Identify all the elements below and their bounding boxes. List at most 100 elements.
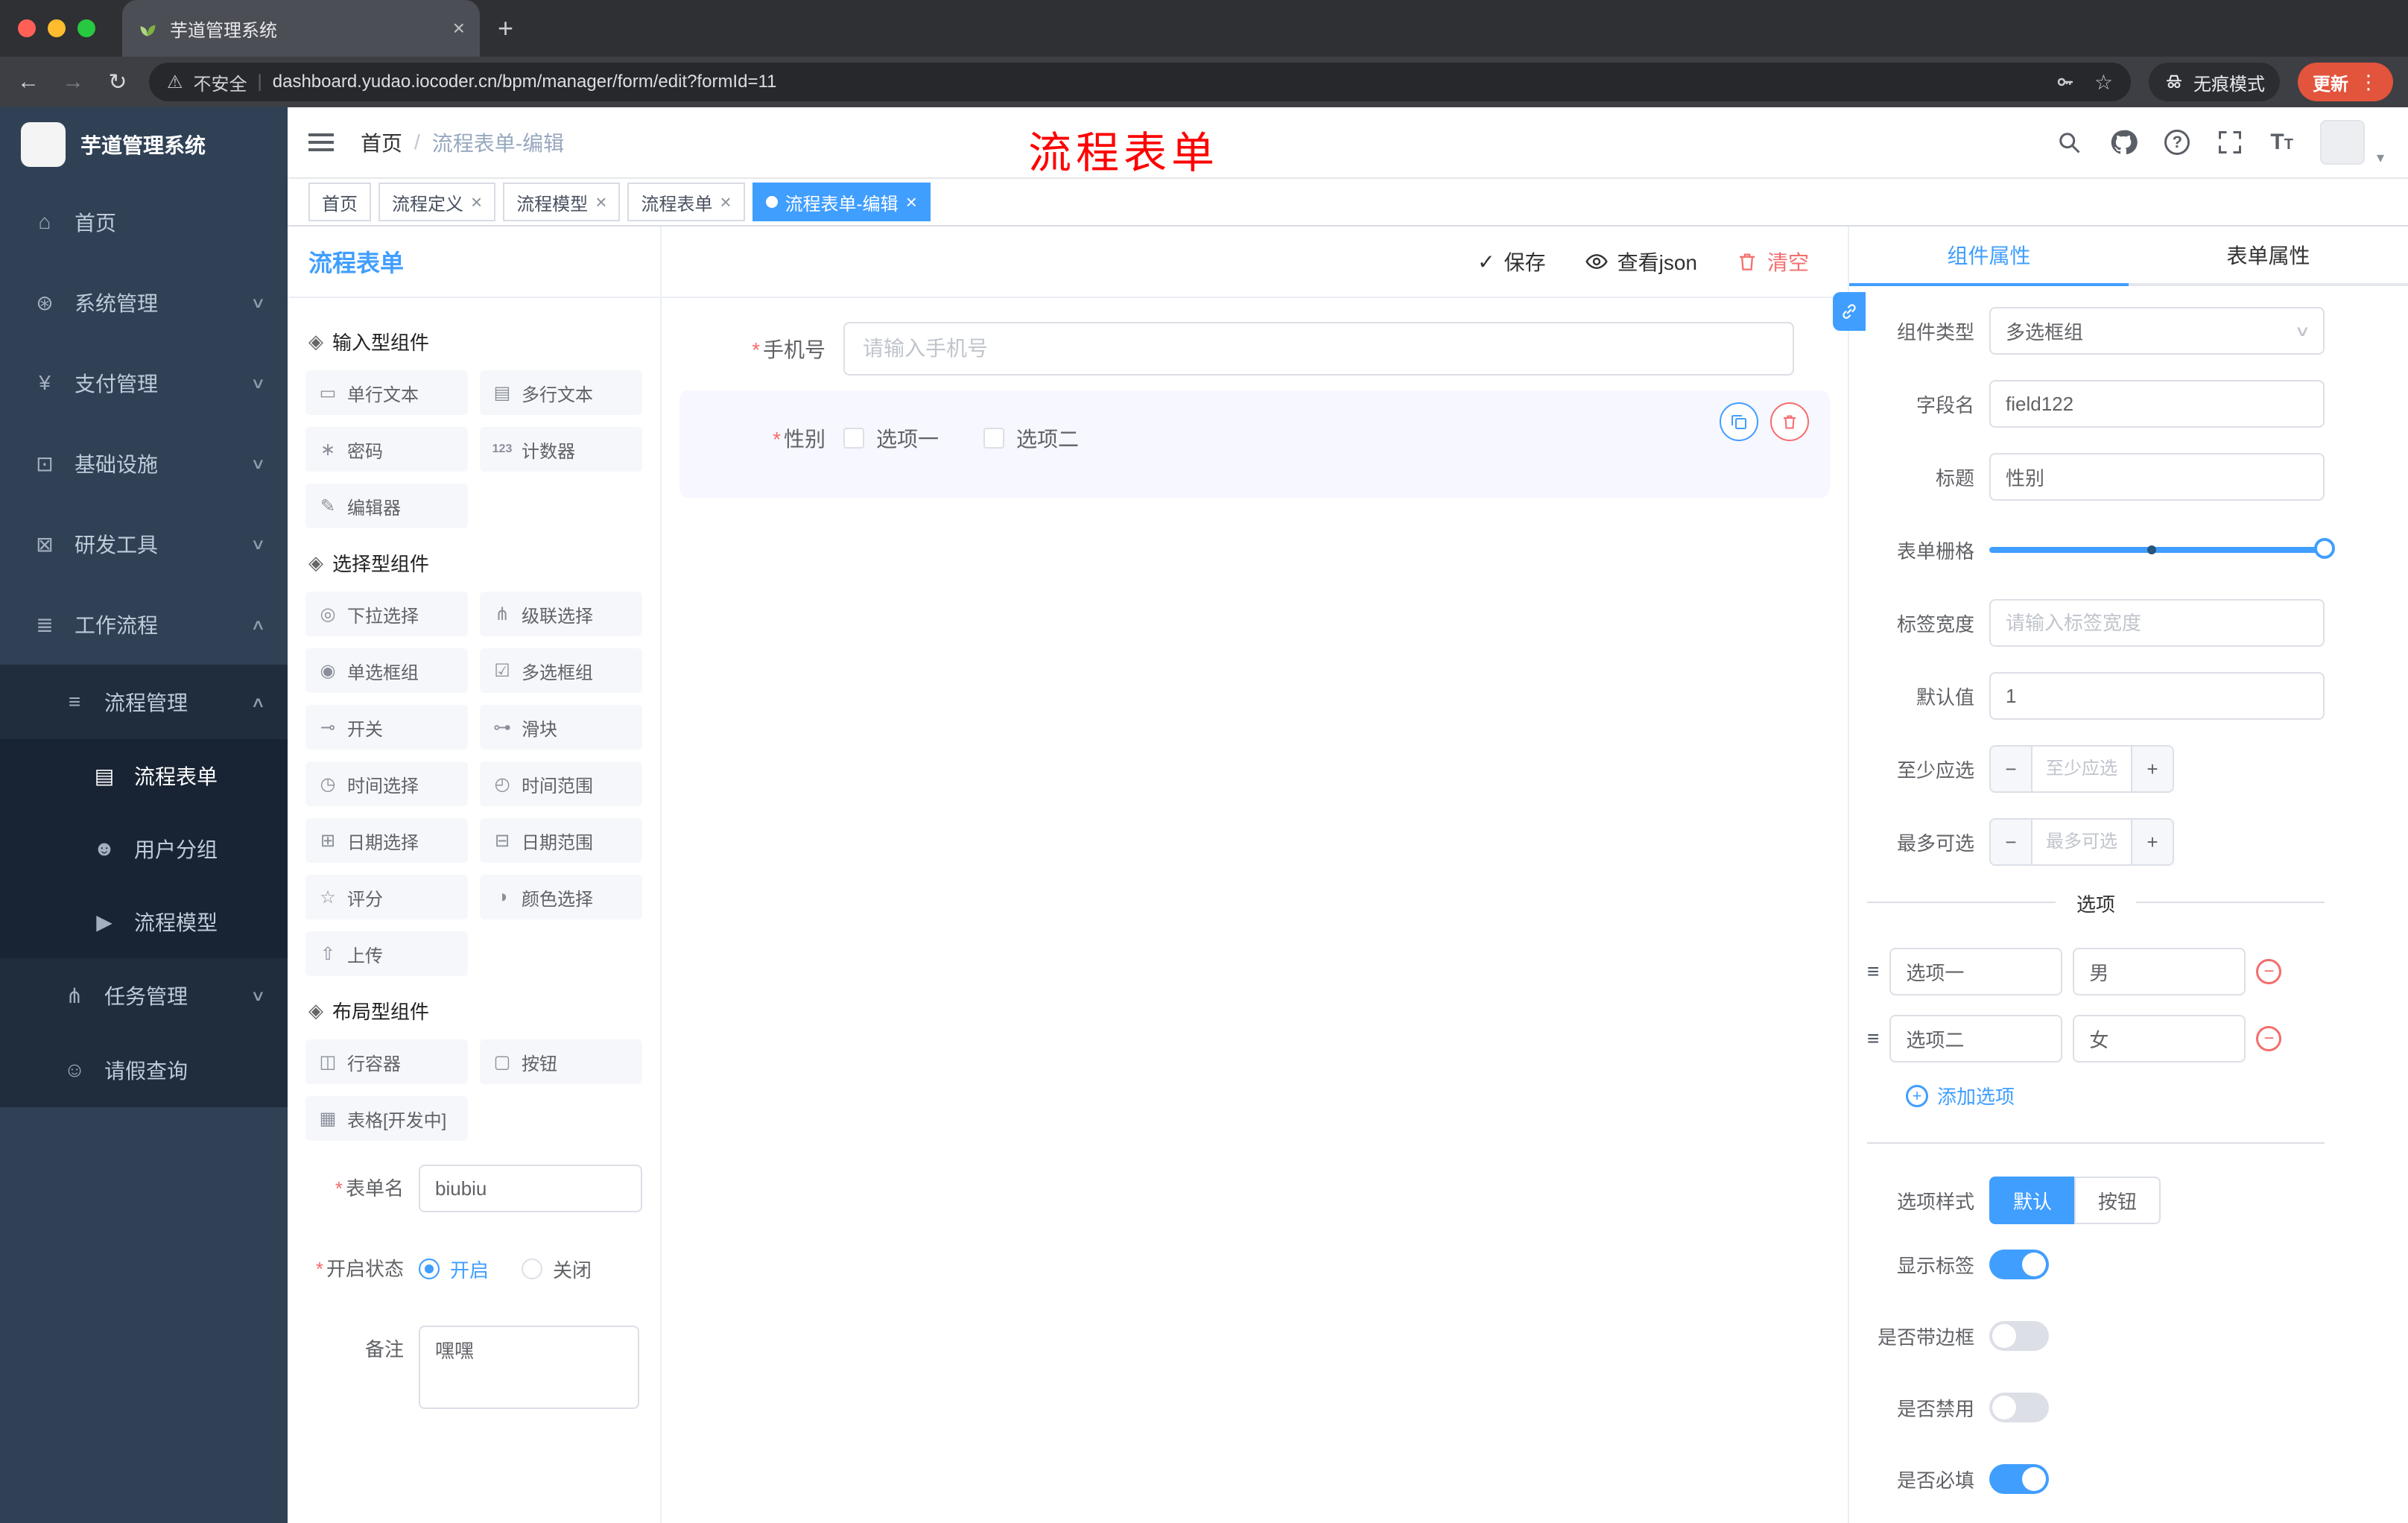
maximize-window-button[interactable] <box>77 19 95 37</box>
style-default-button[interactable]: 默认 <box>1989 1177 2076 1224</box>
palette-item-counter[interactable]: 123 计数器 <box>480 427 642 472</box>
option-1-value-input[interactable] <box>2073 948 2246 995</box>
hamburger-icon[interactable] <box>308 133 334 151</box>
palette-item-editor[interactable]: ✎ 编辑器 <box>305 484 468 528</box>
tab-close-icon[interactable]: × <box>453 18 465 39</box>
tab-form-props[interactable]: 表单属性 <box>2129 227 2408 286</box>
tag-process-form-edit[interactable]: 流程表单-编辑 × <box>752 183 931 221</box>
min-select-input[interactable] <box>2032 747 2131 791</box>
sidebar-item-user-group[interactable]: ☻ 用户分组 <box>0 812 288 885</box>
label-width-input[interactable] <box>1989 599 2325 647</box>
option-2-label-input[interactable] <box>1889 1015 2063 1063</box>
component-type-select[interactable]: 多选框组 ∨ <box>1989 307 2325 355</box>
breadcrumb-home[interactable]: 首页 <box>361 127 402 157</box>
palette-item-table[interactable]: ▦ 表格[开发中] <box>305 1096 468 1141</box>
text-size-icon[interactable]: TT <box>2270 130 2293 155</box>
field-phone[interactable]: * 手机号 <box>679 322 1830 376</box>
default-value-input[interactable] <box>1989 672 2325 720</box>
tag-close-icon[interactable]: × <box>471 192 482 212</box>
tag-home[interactable]: 首页 <box>308 183 371 221</box>
decrease-button[interactable]: − <box>1991 747 2032 791</box>
fullscreen-icon[interactable] <box>2217 129 2243 156</box>
tag-process-model[interactable]: 流程模型 × <box>503 183 621 221</box>
increase-button[interactable]: + <box>2131 747 2173 791</box>
sidebar-item-devtools[interactable]: ⊠ 研发工具 ∨ <box>0 504 288 584</box>
bookmark-star-icon[interactable]: ☆ <box>2094 70 2113 95</box>
status-radio-on[interactable]: 开启 <box>419 1256 489 1283</box>
checkbox-option-2[interactable]: 选项二 <box>983 423 1079 453</box>
update-button[interactable]: 更新 ⋮ <box>2298 63 2393 101</box>
grid-slider[interactable] <box>1989 526 2335 574</box>
new-tab-button[interactable]: + <box>498 13 513 44</box>
remove-option-button[interactable]: − <box>2256 959 2282 984</box>
increase-button[interactable]: + <box>2131 820 2173 864</box>
option-1-label-input[interactable] <box>1889 948 2063 995</box>
tag-close-icon[interactable]: × <box>720 192 731 212</box>
sidebar-item-system[interactable]: ⊛ 系统管理 ∨ <box>0 262 288 343</box>
status-radio-off[interactable]: 关闭 <box>522 1256 592 1283</box>
tab-component-props[interactable]: 组件属性 <box>1849 227 2129 286</box>
phone-input[interactable] <box>843 322 1794 376</box>
copy-field-button[interactable] <box>1720 402 1758 441</box>
link-tag[interactable] <box>1833 292 1866 331</box>
form-name-input[interactable] <box>419 1165 642 1212</box>
sidebar-item-process-model[interactable]: ▶ 流程模型 <box>0 885 288 958</box>
field-gender-selected[interactable]: * 性别 选项一 选项二 <box>679 390 1830 498</box>
key-icon[interactable] <box>2054 71 2076 93</box>
sidebar-item-process-form[interactable]: ▤ 流程表单 <box>0 739 288 812</box>
drag-handle-icon[interactable]: ≡ <box>1867 1027 1879 1051</box>
tag-close-icon[interactable]: × <box>906 192 917 212</box>
palette-item-date-picker[interactable]: ⊞ 日期选择 <box>305 818 468 863</box>
delete-field-button[interactable] <box>1770 402 1809 441</box>
palette-item-time-range[interactable]: ◴ 时间范围 <box>480 762 642 806</box>
github-icon[interactable] <box>2109 128 2138 156</box>
drag-handle-icon[interactable]: ≡ <box>1867 960 1879 984</box>
sidebar-item-workflow[interactable]: ≣ 工作流程 ∧ <box>0 584 288 665</box>
browser-tab[interactable]: 芋道管理系统 × <box>122 0 480 57</box>
palette-item-slider[interactable]: ⊶ 滑块 <box>480 705 642 750</box>
palette-item-switch[interactable]: ⊸ 开关 <box>305 705 468 750</box>
tag-close-icon[interactable]: × <box>595 192 606 212</box>
sidebar-item-payment[interactable]: ¥ 支付管理 ∨ <box>0 343 288 423</box>
palette-item-rate[interactable]: ☆ 评分 <box>305 875 468 919</box>
remove-option-button[interactable]: − <box>2256 1026 2282 1051</box>
style-button-button[interactable]: 按钮 <box>2074 1177 2161 1224</box>
required-toggle[interactable] <box>1989 1464 2049 1494</box>
avatar[interactable] <box>2319 120 2365 165</box>
palette-item-multi-text[interactable]: ▤ 多行文本 <box>480 370 642 415</box>
show-label-toggle[interactable] <box>1989 1250 2049 1279</box>
save-button[interactable]: ✓ 保存 <box>1477 247 1545 276</box>
palette-item-date-range[interactable]: ⊟ 日期范围 <box>480 818 642 863</box>
tag-process-form[interactable]: 流程表单 × <box>627 183 745 221</box>
clear-button[interactable]: 清空 <box>1736 247 1809 276</box>
search-icon[interactable] <box>2056 129 2082 156</box>
palette-item-radio-group[interactable]: ◉ 单选框组 <box>305 648 468 693</box>
palette-item-password[interactable]: ∗ 密码 <box>305 427 468 472</box>
sidebar-item-home[interactable]: ⌂ 首页 <box>0 182 288 262</box>
back-icon[interactable]: ← <box>15 69 42 95</box>
sidebar-item-process-management[interactable]: ≡ 流程管理 ∧ <box>0 665 288 739</box>
address-bar[interactable]: ⚠ 不安全 | dashboard.yudao.iocoder.cn/bpm/m… <box>149 63 2131 101</box>
max-select-input[interactable] <box>2032 820 2131 864</box>
palette-item-color-picker[interactable]: ◑ 颜色选择 <box>480 875 642 919</box>
close-window-button[interactable] <box>18 19 36 37</box>
form-remark-textarea[interactable]: 嘿嘿 <box>419 1326 639 1409</box>
palette-item-time-picker[interactable]: ◷ 时间选择 <box>305 762 468 806</box>
slider-handle[interactable] <box>2314 538 2335 559</box>
tag-process-definition[interactable]: 流程定义 × <box>378 183 496 221</box>
border-toggle[interactable] <box>1989 1321 2049 1351</box>
avatar-caret-icon[interactable]: ▾ <box>2377 148 2384 167</box>
sidebar-item-leave-query[interactable]: ☺ 请假查询 <box>0 1033 288 1107</box>
reload-icon[interactable]: ↻ <box>104 69 131 95</box>
palette-item-cascader[interactable]: ⋔ 级联选择 <box>480 592 642 636</box>
palette-item-button[interactable]: ▢ 按钮 <box>480 1039 642 1084</box>
title-input[interactable] <box>1989 453 2325 501</box>
help-icon[interactable]: ? <box>2164 130 2190 155</box>
palette-item-single-text[interactable]: ▭ 单行文本 <box>305 370 468 415</box>
browser-menu-icon[interactable]: ⋮ <box>2359 71 2378 94</box>
disabled-toggle[interactable] <box>1989 1393 2049 1422</box>
palette-item-checkbox-group[interactable]: ☑ 多选框组 <box>480 648 642 693</box>
forward-icon[interactable]: → <box>60 69 86 95</box>
sidebar-item-task-management[interactable]: ⋔ 任务管理 ∨ <box>0 958 288 1033</box>
palette-item-row-container[interactable]: ◫ 行容器 <box>305 1039 468 1084</box>
